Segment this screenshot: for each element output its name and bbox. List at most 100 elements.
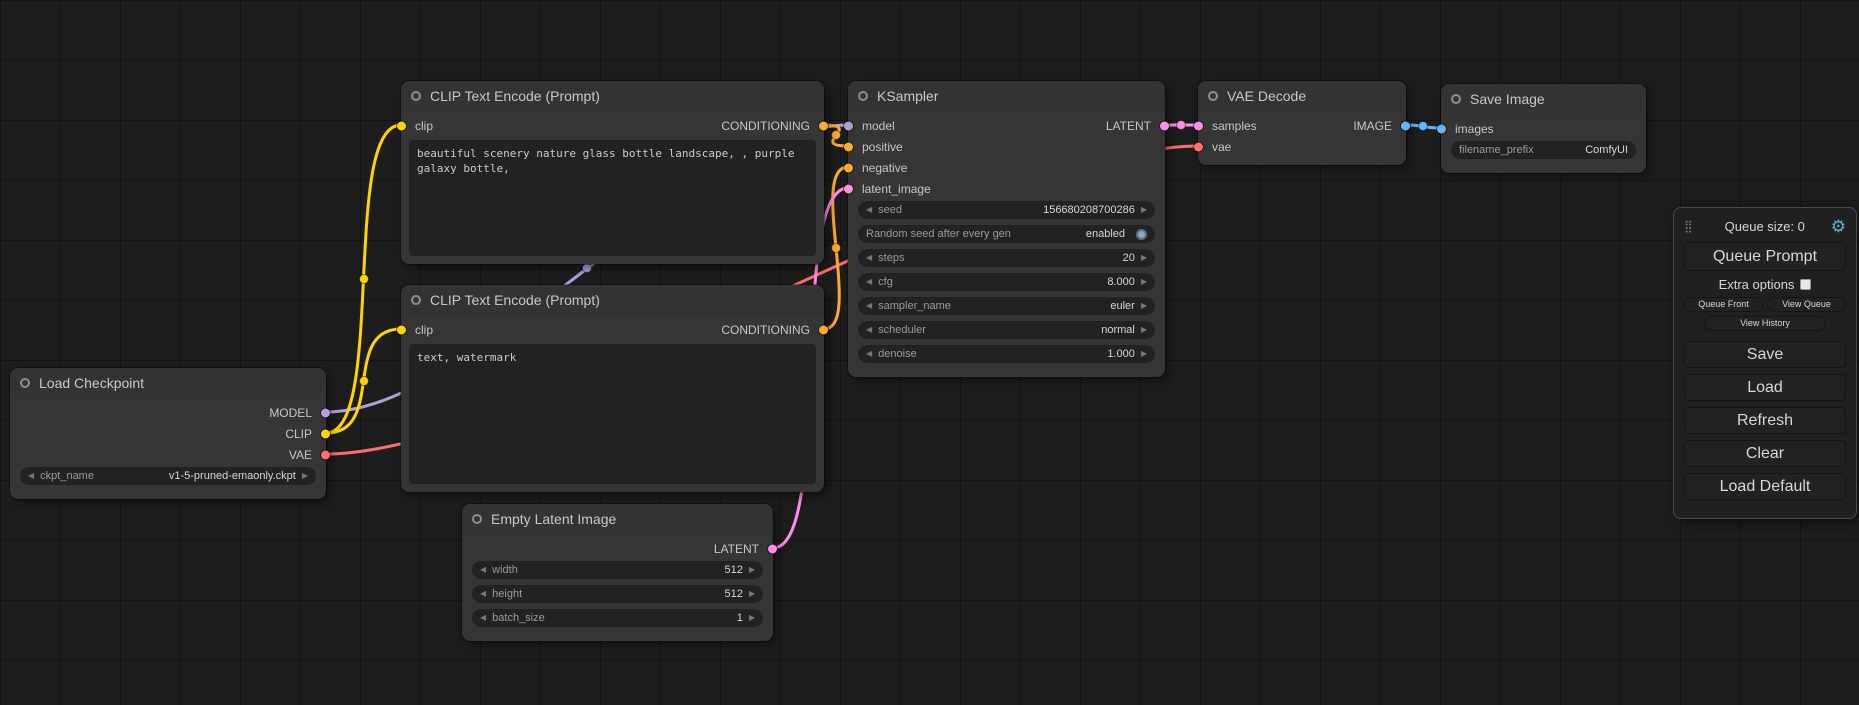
model-input-port[interactable] xyxy=(844,121,853,130)
node-title-bar[interactable]: Load Checkpoint xyxy=(10,368,326,398)
queue-menu-panel: ⣿ Queue size: 0 ⚙ Queue Prompt Extra opt… xyxy=(1673,207,1857,519)
decrement-arrow-icon[interactable]: ◀ xyxy=(866,254,872,262)
widget-label: steps xyxy=(878,252,904,264)
view-queue-button[interactable]: View Queue xyxy=(1767,297,1846,312)
model-output-port[interactable] xyxy=(321,408,330,417)
node-title-bar[interactable]: Save Image xyxy=(1441,84,1646,114)
node-clip-text-encode-positive[interactable]: CLIP Text Encode (Prompt) clip CONDITION… xyxy=(401,81,824,264)
decrement-arrow-icon[interactable]: ◀ xyxy=(480,566,486,574)
increment-arrow-icon[interactable]: ▶ xyxy=(302,472,308,480)
collapse-icon[interactable] xyxy=(1451,94,1461,104)
conditioning-output-port[interactable] xyxy=(819,121,828,130)
refresh-button[interactable]: Refresh xyxy=(1684,407,1846,434)
vae-output-port[interactable] xyxy=(321,450,330,459)
images-input-port[interactable] xyxy=(1437,124,1446,133)
wire-midpoint-dot xyxy=(1419,122,1428,131)
graph-canvas[interactable]: Load Checkpoint MODEL CLIP VAE ◀ ckpt_na… xyxy=(0,0,1859,705)
collapse-icon[interactable] xyxy=(411,295,421,305)
collapse-icon[interactable] xyxy=(1208,91,1218,101)
increment-arrow-icon[interactable]: ▶ xyxy=(1141,278,1147,286)
decrement-arrow-icon[interactable]: ◀ xyxy=(480,590,486,598)
collapse-icon[interactable] xyxy=(411,91,421,101)
collapse-icon[interactable] xyxy=(20,378,30,388)
node-load-checkpoint[interactable]: Load Checkpoint MODEL CLIP VAE ◀ ckpt_na… xyxy=(10,368,326,499)
settings-gear-icon[interactable]: ⚙ xyxy=(1831,218,1846,235)
node-title-bar[interactable]: KSampler xyxy=(848,81,1165,111)
view-history-button[interactable]: View History xyxy=(1704,316,1826,331)
node-title-bar[interactable]: CLIP Text Encode (Prompt) xyxy=(401,81,824,111)
port-label: samples xyxy=(1212,119,1257,133)
seed-widget[interactable]: ◀ seed 156680208700286 ▶ xyxy=(858,201,1155,219)
decrement-arrow-icon[interactable]: ◀ xyxy=(866,302,872,310)
node-title-bar[interactable]: CLIP Text Encode (Prompt) xyxy=(401,285,824,315)
node-ksampler[interactable]: KSampler LATENT model positive negative … xyxy=(848,81,1165,377)
clip-input-port[interactable] xyxy=(397,325,406,334)
load-default-button[interactable]: Load Default xyxy=(1684,473,1846,500)
scheduler-widget[interactable]: ◀ scheduler normal ▶ xyxy=(858,321,1155,339)
port-label: model xyxy=(862,119,895,133)
latent-output-port[interactable] xyxy=(768,544,777,553)
clip-input-port[interactable] xyxy=(397,121,406,130)
latent-image-input-port[interactable] xyxy=(844,184,853,193)
decrement-arrow-icon[interactable]: ◀ xyxy=(866,326,872,334)
random-seed-toggle-widget[interactable]: Random seed after every gen enabled xyxy=(858,225,1155,243)
height-widget[interactable]: ◀ height 512 ▶ xyxy=(472,585,763,603)
node-clip-text-encode-negative[interactable]: CLIP Text Encode (Prompt) clip CONDITION… xyxy=(401,285,824,492)
sampler-name-widget[interactable]: ◀ sampler_name euler ▶ xyxy=(858,297,1155,315)
port-label: vae xyxy=(1212,140,1231,154)
wire-midpoint-dot xyxy=(1177,121,1186,130)
positive-input-port[interactable] xyxy=(844,142,853,151)
decrement-arrow-icon[interactable]: ◀ xyxy=(866,350,872,358)
vae-input-port[interactable] xyxy=(1194,142,1203,151)
extra-options-checkbox[interactable] xyxy=(1800,279,1811,290)
node-save-image[interactable]: Save Image images filename_prefix ComfyU… xyxy=(1441,84,1646,173)
wire-midpoint-dot xyxy=(583,264,592,273)
decrement-arrow-icon[interactable]: ◀ xyxy=(480,614,486,622)
queue-prompt-button[interactable]: Queue Prompt xyxy=(1684,242,1846,271)
port-label: latent_image xyxy=(862,182,931,196)
save-button[interactable]: Save xyxy=(1684,341,1846,368)
node-title-bar[interactable]: Empty Latent Image xyxy=(462,504,773,534)
conditioning-output-port[interactable] xyxy=(819,325,828,334)
filename-prefix-widget[interactable]: filename_prefix ComfyUI xyxy=(1451,141,1636,159)
negative-input-port[interactable] xyxy=(844,163,853,172)
increment-arrow-icon[interactable]: ▶ xyxy=(1141,254,1147,262)
node-empty-latent-image[interactable]: Empty Latent Image LATENT ◀ width 512 ▶ … xyxy=(462,504,773,641)
samples-input-port[interactable] xyxy=(1194,121,1203,130)
ckpt-name-widget[interactable]: ◀ ckpt_name v1-5-pruned-emaonly.ckpt ▶ xyxy=(20,467,316,485)
node-title-bar[interactable]: VAE Decode xyxy=(1198,81,1406,111)
increment-arrow-icon[interactable]: ▶ xyxy=(1141,350,1147,358)
increment-arrow-icon[interactable]: ▶ xyxy=(1141,326,1147,334)
decrement-arrow-icon[interactable]: ◀ xyxy=(866,278,872,286)
node-vae-decode[interactable]: VAE Decode IMAGE samples vae xyxy=(1198,81,1406,165)
increment-arrow-icon[interactable]: ▶ xyxy=(749,614,755,622)
increment-arrow-icon[interactable]: ▶ xyxy=(1141,302,1147,310)
increment-arrow-icon[interactable]: ▶ xyxy=(749,590,755,598)
input-row-model: model xyxy=(848,115,1165,136)
drag-handle-icon[interactable]: ⣿ xyxy=(1684,219,1693,233)
collapse-icon[interactable] xyxy=(858,91,868,101)
widget-label: filename_prefix xyxy=(1459,144,1534,156)
increment-arrow-icon[interactable]: ▶ xyxy=(1141,206,1147,214)
queue-front-button[interactable]: Queue Front xyxy=(1684,297,1763,312)
widget-value: 8.000 xyxy=(1107,276,1135,288)
decrement-arrow-icon[interactable]: ◀ xyxy=(28,472,34,480)
increment-arrow-icon[interactable]: ▶ xyxy=(749,566,755,574)
widget-label: scheduler xyxy=(878,324,926,336)
clear-button[interactable]: Clear xyxy=(1684,440,1846,467)
positive-prompt-textarea[interactable]: beautiful scenery nature glass bottle la… xyxy=(409,140,816,256)
negative-prompt-textarea[interactable]: text, watermark xyxy=(409,344,816,484)
widget-label: height xyxy=(492,588,522,600)
denoise-widget[interactable]: ◀ denoise 1.000 ▶ xyxy=(858,345,1155,363)
toggle-on-icon[interactable] xyxy=(1136,229,1147,240)
load-button[interactable]: Load xyxy=(1684,374,1846,401)
wire-midpoint-dot xyxy=(360,377,369,386)
steps-widget[interactable]: ◀ steps 20 ▶ xyxy=(858,249,1155,267)
collapse-icon[interactable] xyxy=(472,514,482,524)
batch-size-widget[interactable]: ◀ batch_size 1 ▶ xyxy=(472,609,763,627)
cfg-widget[interactable]: ◀ cfg 8.000 ▶ xyxy=(858,273,1155,291)
decrement-arrow-icon[interactable]: ◀ xyxy=(866,206,872,214)
io-row: clip CONDITIONING xyxy=(401,319,824,340)
clip-output-port[interactable] xyxy=(321,429,330,438)
width-widget[interactable]: ◀ width 512 ▶ xyxy=(472,561,763,579)
